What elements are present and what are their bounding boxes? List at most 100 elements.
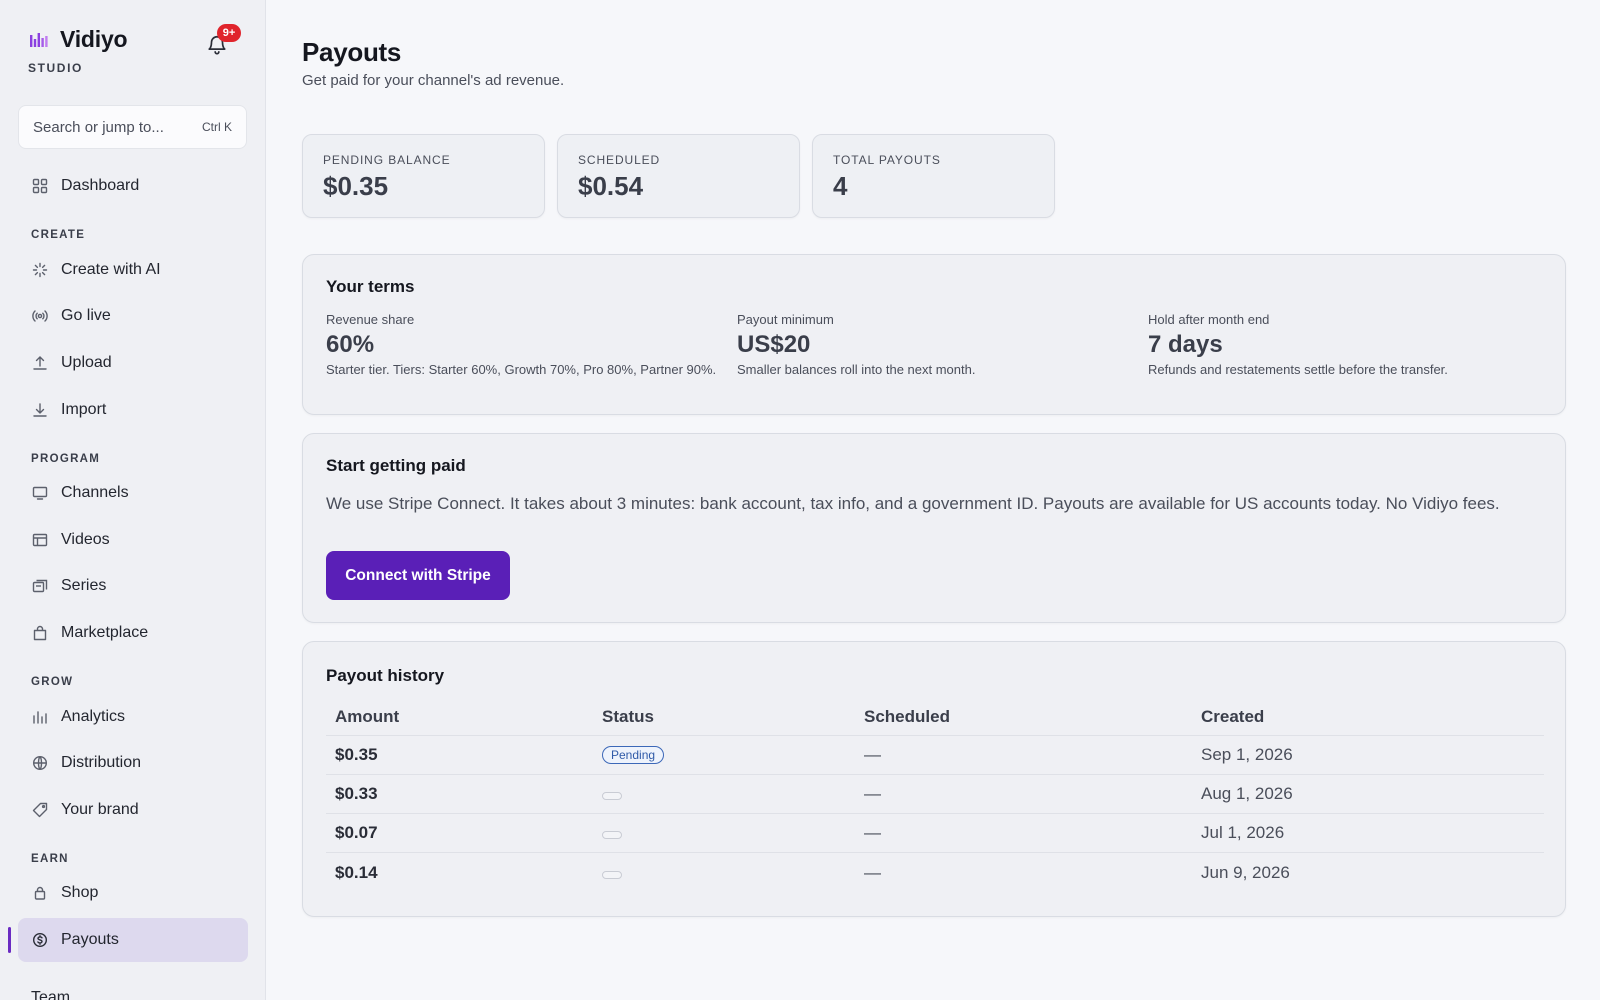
active-indicator bbox=[8, 927, 11, 953]
search-input[interactable] bbox=[33, 118, 183, 136]
brand-subtitle: STUDIO bbox=[28, 61, 83, 75]
nav-section-grow: GROW bbox=[31, 676, 74, 688]
equalizer-logo-icon bbox=[30, 32, 48, 47]
sidebar-item-analytics[interactable]: Analytics bbox=[18, 695, 248, 739]
column-header-status[interactable]: Status bbox=[602, 698, 654, 735]
sidebar-item-label: Distribution bbox=[61, 754, 142, 771]
table-row[interactable]: $0.33 — Aug 1, 2026 bbox=[326, 775, 1544, 814]
page-subtitle: Get paid for your channel's ad revenue. bbox=[302, 72, 565, 89]
sidebar-item-dashboard[interactable]: Dashboard bbox=[18, 164, 248, 208]
table-row[interactable]: $0.35 Pending — Sep 1, 2026 bbox=[326, 736, 1544, 775]
payout-history-title: Payout history bbox=[326, 666, 445, 685]
getting-paid-card: Start getting paid We use Stripe Connect… bbox=[302, 433, 1566, 623]
term-revenue-share: Revenue share 60% Starter tier. Tiers: S… bbox=[326, 312, 726, 378]
stat-card-total-payouts: TOTAL PAYOUTS 4 bbox=[812, 134, 1055, 218]
lock-bag-icon bbox=[32, 885, 48, 901]
table-row[interactable]: $0.14 — Jun 9, 2026 bbox=[326, 853, 1544, 892]
sidebar-item-upload[interactable]: Upload bbox=[18, 341, 248, 385]
column-header-scheduled[interactable]: Scheduled bbox=[864, 698, 950, 735]
sidebar-item-channels[interactable]: Channels bbox=[18, 471, 248, 515]
shopping-bag-icon bbox=[32, 625, 48, 641]
monitor-icon bbox=[32, 485, 48, 501]
cell-amount: $0.35 bbox=[335, 745, 378, 764]
stat-label: SCHEDULED bbox=[578, 153, 661, 167]
status-badge-empty bbox=[602, 870, 622, 879]
cell-status bbox=[602, 853, 622, 892]
nav-section-create: CREATE bbox=[31, 229, 86, 241]
sidebar-item-label: Create with AI bbox=[61, 261, 161, 278]
stat-label: TOTAL PAYOUTS bbox=[833, 153, 941, 167]
sidebar-item-label: Dashboard bbox=[61, 177, 140, 194]
cell-created: Sep 1, 2026 bbox=[1201, 745, 1293, 764]
dollar-circle-icon bbox=[32, 932, 48, 948]
sidebar-item-label: Series bbox=[61, 577, 107, 594]
stat-value: 4 bbox=[833, 171, 848, 201]
status-badge-pending: Pending bbox=[602, 746, 665, 764]
term-payout-minimum: Payout minimum US$20 Smaller balances ro… bbox=[737, 312, 1137, 378]
stat-value: $0.54 bbox=[578, 171, 644, 201]
sidebar-item-videos[interactable]: Videos bbox=[18, 518, 248, 562]
search-box[interactable]: Ctrl K bbox=[18, 105, 247, 149]
sidebar-item-shop[interactable]: Shop bbox=[18, 871, 248, 915]
cell-amount: $0.14 bbox=[335, 862, 378, 882]
tag-icon bbox=[32, 802, 48, 818]
terms-title: Your terms bbox=[326, 277, 415, 296]
cell-scheduled: — bbox=[864, 823, 881, 842]
sidebar-item-team[interactable]: Team bbox=[18, 976, 248, 1000]
broadcast-icon bbox=[32, 308, 48, 324]
column-header-created[interactable]: Created bbox=[1201, 698, 1264, 735]
sidebar-item-your-brand[interactable]: Your brand bbox=[18, 788, 248, 832]
sidebar-item-label: Analytics bbox=[61, 708, 126, 725]
stat-label: PENDING BALANCE bbox=[323, 153, 451, 167]
download-icon bbox=[32, 402, 48, 418]
column-header-amount[interactable]: Amount bbox=[335, 698, 399, 735]
sidebar-item-import[interactable]: Import bbox=[18, 388, 248, 432]
sidebar-item-label: Shop bbox=[61, 884, 99, 901]
globe-icon bbox=[32, 755, 48, 771]
sidebar-item-marketplace[interactable]: Marketplace bbox=[18, 611, 248, 655]
cell-created: Jun 9, 2026 bbox=[1201, 862, 1290, 882]
cell-created: Aug 1, 2026 bbox=[1201, 784, 1293, 803]
status-badge-empty bbox=[602, 792, 622, 800]
sidebar-item-create-with-ai[interactable]: Create with AI bbox=[18, 248, 248, 292]
sidebar-item-label: Marketplace bbox=[61, 624, 149, 641]
sidebar-item-label: Go live bbox=[61, 307, 111, 324]
cell-created: Jul 1, 2026 bbox=[1201, 823, 1285, 842]
video-frame-icon bbox=[32, 532, 48, 548]
table-row[interactable]: $0.07 — Jul 1, 2026 bbox=[326, 814, 1544, 853]
sidebar-item-label: Channels bbox=[61, 484, 129, 501]
cell-scheduled: — bbox=[864, 862, 881, 882]
stack-icon bbox=[32, 578, 48, 594]
cell-status bbox=[602, 814, 622, 852]
stat-value: $0.35 bbox=[323, 171, 389, 201]
connect-stripe-button[interactable]: Connect with Stripe bbox=[326, 551, 510, 600]
sidebar-item-label: Team bbox=[31, 989, 71, 1000]
sidebar-item-go-live[interactable]: Go live bbox=[18, 294, 248, 338]
cell-status bbox=[602, 775, 622, 813]
sidebar-item-distribution[interactable]: Distribution bbox=[18, 741, 248, 785]
term-label: Hold after month end bbox=[1148, 312, 1270, 327]
nav-section-program: PROGRAM bbox=[31, 453, 101, 465]
term-label: Payout minimum bbox=[737, 312, 834, 327]
getting-paid-description: We use Stripe Connect. It takes about 3 … bbox=[326, 494, 1500, 513]
sidebar-item-label: Your brand bbox=[61, 801, 139, 818]
term-value: 7 days bbox=[1148, 331, 1223, 358]
sidebar-item-series[interactable]: Series bbox=[18, 564, 248, 608]
status-badge-empty bbox=[602, 831, 622, 839]
sparkle-icon bbox=[32, 262, 48, 278]
notification-badge: 9+ bbox=[217, 24, 241, 42]
term-value: 60% bbox=[326, 331, 375, 358]
upload-icon bbox=[32, 355, 48, 371]
cell-scheduled: — bbox=[864, 784, 881, 803]
term-note: Starter tier. Tiers: Starter 60%, Growth… bbox=[326, 362, 717, 377]
term-value: US$20 bbox=[737, 331, 811, 358]
cell-amount: $0.33 bbox=[335, 784, 378, 803]
brand-name: Vidiyo bbox=[60, 26, 128, 52]
sidebar-item-label: Videos bbox=[61, 531, 110, 548]
term-label: Revenue share bbox=[326, 312, 415, 327]
sidebar-item-label: Upload bbox=[61, 354, 112, 371]
term-hold-period: Hold after month end 7 days Refunds and … bbox=[1148, 312, 1548, 378]
brand[interactable]: Vidiyo STUDIO bbox=[28, 26, 128, 75]
sidebar-item-payouts[interactable]: Payouts bbox=[18, 918, 248, 962]
getting-paid-title: Start getting paid bbox=[326, 456, 466, 475]
